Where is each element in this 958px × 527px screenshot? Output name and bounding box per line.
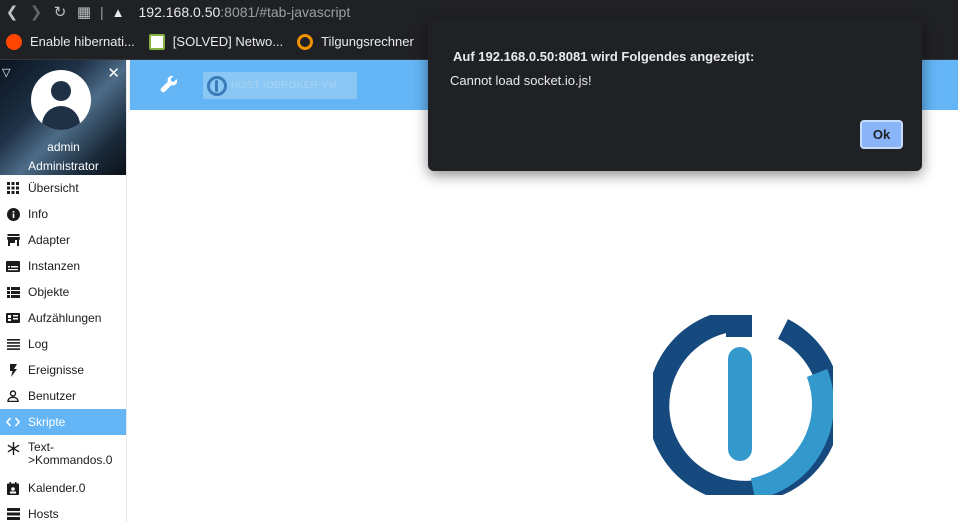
apps-icon[interactable]: ▦ (72, 1, 96, 23)
sidebar-item-label: Info (28, 206, 49, 221)
sidebar-item-benutzer[interactable]: Benutzer (0, 383, 126, 409)
bookmark-label: Tilgungsrechner (321, 34, 414, 49)
sidebar-item-instanzen[interactable]: Instanzen (0, 253, 126, 279)
host-selector[interactable]: HOST IOBROKER-VM (203, 72, 357, 99)
sidebar-item-label: Text->Kommandos.0 (28, 440, 113, 467)
enum-icon (6, 311, 20, 325)
bookmark-solved-network[interactable]: [SOLVED] Netwo... (148, 33, 284, 50)
sidebar-item-ereignisse[interactable]: Ereignisse (0, 357, 126, 383)
sidebar-item-label: Übersicht (28, 180, 79, 195)
user-icon (6, 389, 20, 403)
user-name: admin (47, 140, 80, 154)
code-icon (6, 415, 20, 429)
hosts-icon (6, 507, 20, 521)
sidebar-item-label: Kalender.0 (28, 480, 86, 495)
sidebar-item-label: Adapter (28, 232, 71, 247)
dialog-title: Auf 192.168.0.50:8081 wird Folgendes ang… (453, 49, 755, 64)
iobroker-loading-logo (653, 315, 833, 495)
bookmark-tilgungsrechner[interactable]: Tilgungsrechner (297, 33, 414, 50)
snowflake-icon (6, 441, 20, 455)
dialog-message: Cannot load socket.io.js! (450, 73, 592, 88)
apps-grid-icon (6, 181, 20, 195)
sidebar-item-label: Log (28, 336, 49, 351)
avatar[interactable] (31, 70, 91, 130)
sidebar-item-label: Instanzen (28, 258, 81, 273)
store-icon (6, 233, 20, 247)
list-icon (6, 285, 20, 299)
main-content (130, 110, 958, 522)
calculator-site-icon (297, 33, 314, 50)
sidebar-user-panel: ▽ ✕ admin Administrator (0, 60, 126, 175)
sidebar-item-text-kommandos[interactable]: Text->Kommandos.0 (0, 435, 126, 475)
wrench-icon[interactable] (160, 75, 178, 98)
sidebar-item-log[interactable]: Log (0, 331, 126, 357)
sidebar-item-label: Objekte (28, 284, 70, 299)
sidebar-item-label: Hosts (28, 506, 59, 521)
url-path: :8081/#tab-javascript (220, 4, 351, 20)
reload-icon[interactable]: ↻ (48, 1, 72, 23)
user-role: Administrator (28, 159, 99, 173)
sidebar-item-info[interactable]: Info (0, 201, 126, 227)
flash-icon (6, 363, 20, 377)
alert-dialog: Auf 192.168.0.50:8081 wird Folgendes ang… (428, 19, 922, 171)
ok-button[interactable]: Ok (860, 120, 903, 149)
sidebar-item-adapter[interactable]: Adapter (0, 227, 126, 253)
sidebar-item-skripte[interactable]: Skripte (0, 409, 126, 435)
sidebar-item-kalender[interactable]: Kalender.0 (0, 475, 126, 501)
url-host: 192.168.0.50 (138, 4, 221, 20)
bookmark-label: Enable hibernati... (30, 34, 135, 49)
sidebar-item-uebersicht[interactable]: Übersicht (0, 175, 126, 201)
address-bar[interactable]: 192.168.0.50:8081/#tab-javascript (139, 4, 351, 20)
back-icon[interactable]: ❮ (0, 1, 24, 23)
sidebar-item-label: Aufzählungen (28, 310, 102, 325)
instances-icon (6, 259, 20, 273)
not-secure-icon[interactable]: ▲ (112, 5, 125, 20)
info-icon (6, 207, 20, 221)
sidebar-item-label: Ereignisse (28, 362, 85, 377)
host-label: HOST IOBROKER-VM (231, 80, 338, 91)
collapse-triangle-icon[interactable]: ▽ (2, 66, 10, 79)
bookmark-label: [SOLVED] Netwo... (172, 34, 284, 49)
linux-mint-icon (148, 33, 165, 50)
toolbar-divider: | (100, 4, 104, 20)
sidebar: ▽ ✕ admin Administrator Übersicht Info A… (0, 60, 127, 522)
close-icon[interactable]: ✕ (107, 64, 120, 82)
sidebar-item-label: Benutzer (28, 388, 77, 403)
calendar-icon (6, 481, 20, 495)
log-lines-icon (6, 337, 20, 351)
bookmark-enable-hibernation[interactable]: Enable hibernati... (6, 33, 135, 50)
forward-icon[interactable]: ❯ (24, 1, 48, 23)
iobroker-logo-icon (207, 75, 227, 96)
sidebar-item-label: Skripte (28, 414, 66, 429)
reddit-icon (6, 33, 22, 50)
sidebar-item-objekte[interactable]: Objekte (0, 279, 126, 305)
sidebar-item-aufzaehlungen[interactable]: Aufzählungen (0, 305, 126, 331)
sidebar-item-hosts[interactable]: Hosts (0, 501, 126, 527)
